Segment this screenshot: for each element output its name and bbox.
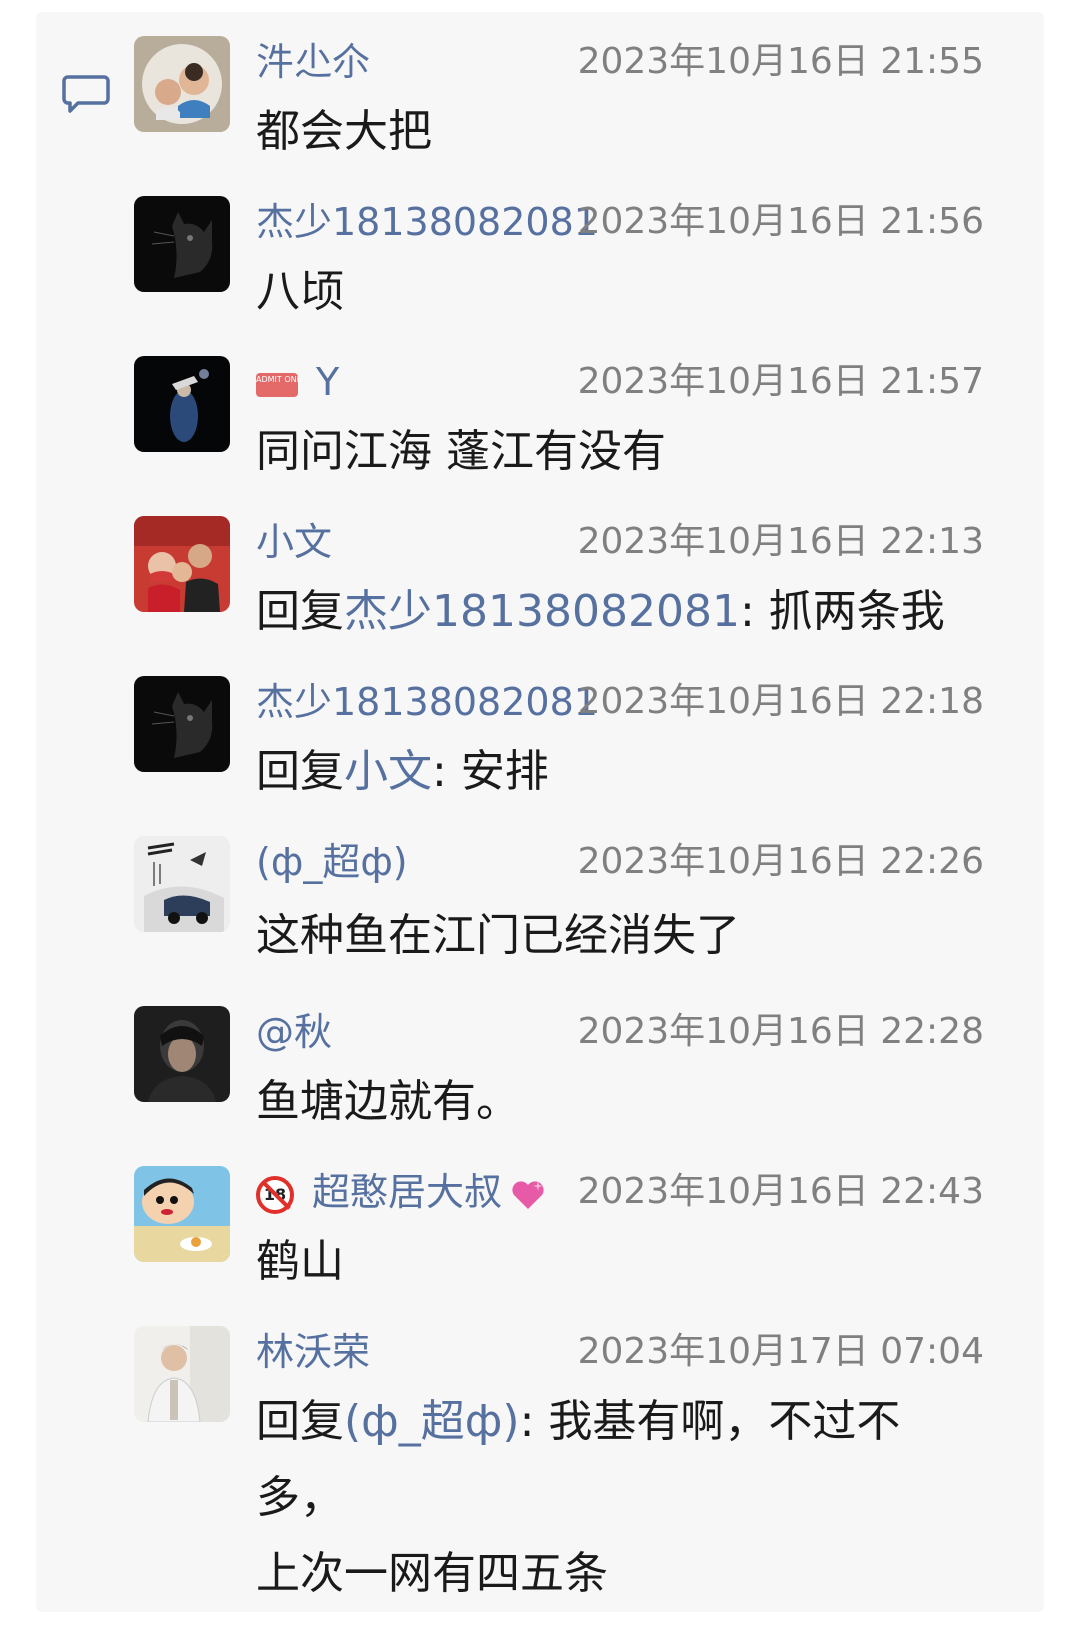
comment-time: 2023年10月16日 21:57 bbox=[577, 361, 984, 402]
sparkling-heart-icon bbox=[512, 1180, 544, 1209]
commenter-name-text[interactable]: 超憨居大叔 bbox=[312, 1170, 502, 1214]
reply-body: : 安排 bbox=[432, 746, 549, 797]
comment-time: 2023年10月16日 22:13 bbox=[577, 521, 984, 562]
reply-target-name[interactable]: 小文 bbox=[344, 746, 432, 797]
ticket-icon: ADMIT ONE bbox=[256, 372, 302, 397]
comment-time: 2023年10月16日 22:28 bbox=[577, 1011, 984, 1052]
comment-text: 同问江海 蓬江有没有 bbox=[256, 426, 666, 477]
avatar[interactable] bbox=[134, 196, 230, 292]
comment-text: 都会大把 bbox=[256, 106, 432, 157]
avatar[interactable] bbox=[134, 836, 230, 932]
comment-time: 2023年10月17日 07:04 bbox=[577, 1331, 984, 1372]
no-under-18-icon: 18 bbox=[256, 1175, 294, 1214]
reply-body: : 抓两条我 bbox=[739, 586, 945, 637]
commenter-name[interactable]: ADMIT ONE Y bbox=[256, 356, 339, 408]
avatar[interactable] bbox=[134, 1166, 230, 1262]
avatar[interactable] bbox=[134, 356, 230, 452]
commenter-name[interactable]: 杰少18138082081 bbox=[256, 676, 598, 728]
reply-prefix: 回复 bbox=[256, 586, 344, 637]
avatar[interactable] bbox=[134, 516, 230, 612]
reply-body-continued: 上次一网有四五条 bbox=[256, 1548, 608, 1599]
avatar[interactable] bbox=[134, 36, 230, 132]
commenter-name[interactable]: 林沃荣 bbox=[256, 1326, 370, 1378]
reply-target-name[interactable]: 杰少18138082081 bbox=[344, 586, 740, 637]
commenter-name[interactable]: 18 超憨居大叔 bbox=[256, 1166, 548, 1218]
comment-text: 鹤山 bbox=[256, 1236, 344, 1287]
comment-time: 2023年10月16日 22:43 bbox=[577, 1171, 984, 1212]
comment-bubble-icon[interactable] bbox=[62, 74, 110, 114]
avatar[interactable] bbox=[134, 1326, 230, 1422]
reply-target-name[interactable]: (ф_超ф) bbox=[344, 1396, 520, 1447]
comment-text: 回复(ф_超ф): 我基有啊，不过不多， 上次一网有四五条 bbox=[256, 1384, 976, 1612]
comment-text: 鱼塘边就有。 bbox=[256, 1076, 520, 1127]
comment-time: 2023年10月16日 22:26 bbox=[577, 841, 984, 882]
reply-prefix: 回复 bbox=[256, 746, 344, 797]
commenter-name-text[interactable]: Y bbox=[316, 360, 339, 404]
commenter-name[interactable]: 汼尐尒 bbox=[256, 36, 370, 88]
commenter-name[interactable]: (ф_超ф) bbox=[256, 836, 408, 888]
avatar[interactable] bbox=[134, 676, 230, 772]
comment-text: 这种鱼在江门已经消失了 bbox=[256, 910, 740, 961]
comment-text: 回复杰少18138082081: 抓两条我 bbox=[256, 574, 996, 650]
avatar[interactable] bbox=[134, 1006, 230, 1102]
comment-text: 八顷 bbox=[256, 266, 344, 317]
commenter-name[interactable]: 小文 bbox=[256, 516, 332, 568]
commenter-name[interactable]: 杰少18138082081 bbox=[256, 196, 598, 248]
commenter-name[interactable]: @秋 bbox=[256, 1006, 332, 1058]
comment-time: 2023年10月16日 21:56 bbox=[577, 201, 984, 242]
comment-text: 回复小文: 安排 bbox=[256, 734, 996, 810]
reply-prefix: 回复 bbox=[256, 1396, 344, 1447]
comment-time: 2023年10月16日 21:55 bbox=[577, 41, 984, 82]
comment-time: 2023年10月16日 22:18 bbox=[577, 681, 984, 722]
